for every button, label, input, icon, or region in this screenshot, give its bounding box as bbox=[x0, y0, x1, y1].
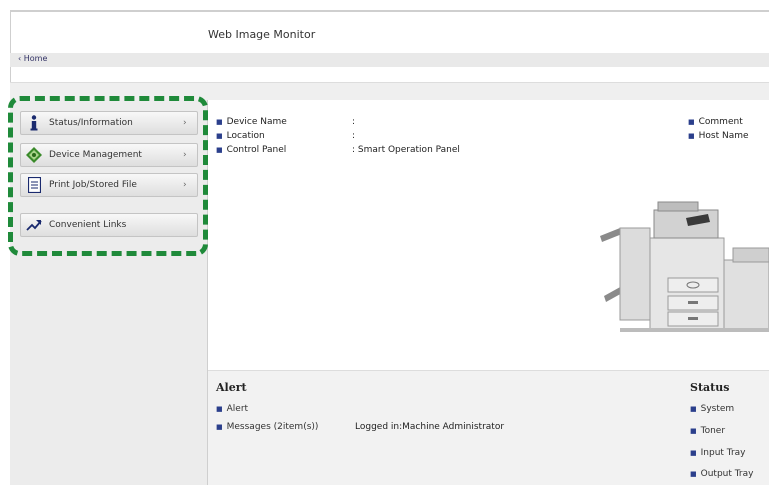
control-panel-label: Control Panel bbox=[216, 145, 287, 155]
alert-link[interactable]: Alert bbox=[216, 404, 248, 414]
printer-image bbox=[598, 188, 769, 340]
breadcrumb-home-link[interactable]: ‹ Home bbox=[18, 54, 47, 63]
host-name-label: Host Name bbox=[688, 131, 749, 141]
status-heading: Status bbox=[690, 381, 730, 394]
window-top-border bbox=[10, 10, 769, 12]
breadcrumb: ‹ Home bbox=[10, 53, 769, 67]
status-toner-link[interactable]: Toner bbox=[690, 426, 725, 436]
device-name-label: Device Name bbox=[216, 117, 287, 127]
messages-link[interactable]: Messages (2item(s)) bbox=[216, 422, 319, 432]
location-value: : bbox=[352, 131, 356, 141]
highlight-box bbox=[8, 96, 208, 256]
location-label: Location bbox=[216, 131, 265, 141]
alert-heading: Alert bbox=[216, 381, 247, 394]
breadcrumb-home-label: Home bbox=[23, 54, 48, 63]
status-input-tray-link[interactable]: Input Tray bbox=[690, 448, 746, 458]
logged-in-status: Logged in:Machine Administrator bbox=[355, 422, 505, 432]
status-output-tray-link[interactable]: Output Tray bbox=[690, 469, 754, 479]
device-name-value: : bbox=[352, 117, 356, 127]
comment-label: Comment bbox=[688, 117, 743, 127]
status-system-link[interactable]: System bbox=[690, 404, 735, 414]
app-title: Web Image Monitor bbox=[208, 28, 316, 41]
control-panel-value: : Smart Operation Panel bbox=[352, 145, 460, 155]
